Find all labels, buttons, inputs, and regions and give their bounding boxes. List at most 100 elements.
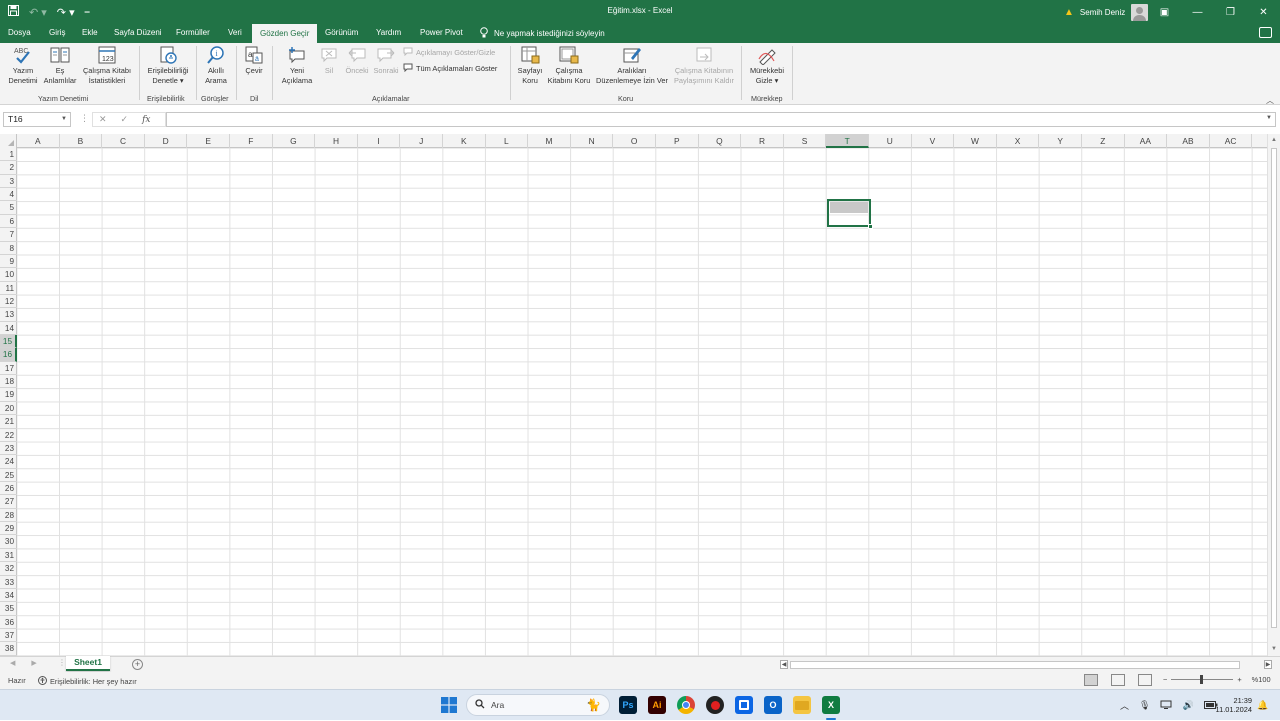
column-header-u[interactable]: U [869, 134, 912, 148]
row-header-25[interactable]: 25 [0, 469, 17, 482]
avatar[interactable] [1131, 3, 1149, 21]
zoom-in-button[interactable]: + [1237, 675, 1241, 684]
tab-giris[interactable]: Giriş [49, 24, 65, 43]
row-header-11[interactable]: 11 [0, 282, 17, 295]
tab-sayfa-duzeni[interactable]: Sayfa Düzeni [114, 24, 162, 43]
row-header-6[interactable]: 6 [0, 215, 17, 229]
chrome-icon[interactable] [677, 696, 695, 714]
formula-input[interactable]: ▼ [166, 112, 1276, 127]
column-header-e[interactable]: E [187, 134, 230, 148]
row-header-21[interactable]: 21 [0, 415, 17, 429]
zoom-slider[interactable] [1171, 675, 1234, 684]
sheet-more-icon[interactable]: ⋮ [58, 658, 66, 667]
excel-icon[interactable]: X [822, 696, 840, 714]
row-header-32[interactable]: 32 [0, 562, 17, 576]
cancel-icon[interactable]: ✕ [99, 114, 107, 125]
restore-icon[interactable]: ❐ [1214, 0, 1247, 24]
redo-icon[interactable]: ↷ ▾ [57, 6, 75, 19]
column-header-g[interactable]: G [273, 134, 316, 148]
row-header-13[interactable]: 13 [0, 308, 17, 322]
insert-function-icon[interactable]: fx [142, 115, 150, 125]
column-header-i[interactable]: I [358, 134, 401, 148]
row-header-28[interactable]: 28 [0, 509, 17, 523]
tab-formuller[interactable]: Formüller [176, 24, 210, 43]
spelling-button[interactable]: ABC Yazım Denetimi [6, 45, 40, 86]
trello-icon[interactable] [735, 696, 753, 714]
column-header-h[interactable]: H [315, 134, 358, 148]
outlook-icon[interactable]: O [764, 696, 782, 714]
hide-ink-button[interactable]: Mürekkebi Gizle ▾ [745, 45, 789, 86]
new-comment-button[interactable]: Yeni Açıklama [278, 45, 316, 86]
column-header-d[interactable]: D [145, 134, 188, 148]
thesaurus-button[interactable]: Eş Anlamlılar [42, 45, 78, 86]
tab-gozden-gecir[interactable]: Gözden Geçir [252, 24, 318, 43]
zoom-level[interactable]: %100 [1252, 675, 1271, 684]
minimize-icon[interactable]: — [1181, 0, 1214, 24]
unshare-workbook-button[interactable]: Çalışma Kitabının Paylaşımını Kaldır [671, 45, 737, 86]
selected-cell-t16[interactable] [827, 199, 873, 229]
column-header-y[interactable]: Y [1039, 134, 1082, 148]
row-header-2[interactable]: 2 [0, 161, 17, 175]
row-header-29[interactable]: 29 [0, 522, 17, 536]
scroll-up-icon[interactable]: ▲ [1271, 137, 1277, 143]
tab-veri[interactable]: Veri [228, 24, 242, 43]
row-header-7[interactable]: 7 [0, 228, 17, 242]
file-explorer-icon[interactable] [793, 696, 811, 714]
row-header-23[interactable]: 23 [0, 442, 17, 456]
column-header-r[interactable]: R [741, 134, 784, 148]
sheet-tab-sheet1[interactable]: Sheet1 [66, 656, 110, 671]
check-accessibility-button[interactable]: Erişilebilirliği Denetle ▾ [143, 45, 193, 86]
windows-start-icon[interactable] [440, 696, 458, 714]
zoom-out-button[interactable]: − [1163, 675, 1167, 684]
column-header-q[interactable]: Q [699, 134, 742, 148]
column-header-v[interactable]: V [912, 134, 955, 148]
row-header-36[interactable]: 36 [0, 616, 17, 629]
cells-area[interactable] [17, 148, 1267, 656]
row-header-30[interactable]: 30 [0, 535, 17, 549]
column-header-p[interactable]: P [656, 134, 699, 148]
column-header-k[interactable]: K [443, 134, 486, 148]
scroll-down-icon[interactable]: ▼ [1271, 646, 1277, 652]
row-header-12[interactable]: 12 [0, 295, 17, 309]
vertical-scroll-thumb[interactable] [1271, 148, 1277, 628]
horizontal-scrollbar[interactable]: ◀ ▶ [778, 660, 1272, 670]
column-header-ab[interactable]: AB [1167, 134, 1210, 148]
row-header-9[interactable]: 9 [0, 255, 17, 269]
column-header-t[interactable]: T [826, 134, 869, 148]
column-header-n[interactable]: N [571, 134, 614, 148]
comments-pane-icon[interactable] [1259, 27, 1272, 38]
account-area[interactable]: ▲ Semih Deniz [1064, 3, 1149, 21]
scroll-left-icon[interactable]: ◀ [780, 660, 788, 669]
row-header-15[interactable]: 15 [0, 335, 17, 349]
chevron-down-icon[interactable]: ▼ [61, 113, 67, 126]
allow-edit-ranges-button[interactable]: Aralıkları Düzenlemeye İzin Ver [595, 45, 669, 86]
column-header-o[interactable]: O [613, 134, 656, 148]
page-break-view-icon[interactable] [1138, 674, 1152, 686]
worksheet-grid[interactable]: A B C D E F G H I J K L M N O P Q R S T U V W X Y Z AA AB AC 1234567… [0, 134, 1267, 656]
close-icon[interactable]: ✕ [1247, 0, 1280, 24]
network-icon[interactable] [1160, 700, 1172, 711]
column-header-f[interactable]: F [230, 134, 273, 148]
row-header-3[interactable]: 3 [0, 175, 17, 189]
row-header-17[interactable]: 17 [0, 362, 17, 376]
column-header-ac[interactable]: AC [1210, 134, 1253, 148]
row-header-4[interactable]: 4 [0, 188, 17, 202]
save-icon[interactable] [8, 5, 19, 19]
column-header-j[interactable]: J [400, 134, 443, 148]
delete-comment-button[interactable]: Sil [318, 45, 340, 76]
sheet-prev-icon[interactable]: ◀ [10, 659, 15, 667]
name-box[interactable]: T16 ▼ [3, 112, 71, 127]
taskbar-search[interactable]: Ara 🐈 [466, 694, 610, 716]
volume-icon[interactable]: 🔊 [1182, 700, 1193, 711]
notification-bell-icon[interactable]: 🔔 [1257, 700, 1268, 711]
row-header-18[interactable]: 18 [0, 375, 17, 389]
tab-dosya[interactable]: Dosya [8, 24, 31, 43]
row-header-31[interactable]: 31 [0, 549, 17, 563]
column-header-m[interactable]: M [528, 134, 571, 148]
enter-icon[interactable]: ✓ [121, 114, 129, 125]
sheet-next-icon[interactable]: ▶ [31, 659, 36, 667]
select-all-button[interactable] [0, 134, 17, 148]
row-header-8[interactable]: 8 [0, 242, 17, 255]
tab-gorunum[interactable]: Görünüm [325, 24, 358, 43]
tell-me-box[interactable]: Ne yapmak istediğinizi söyleyin [480, 24, 605, 43]
